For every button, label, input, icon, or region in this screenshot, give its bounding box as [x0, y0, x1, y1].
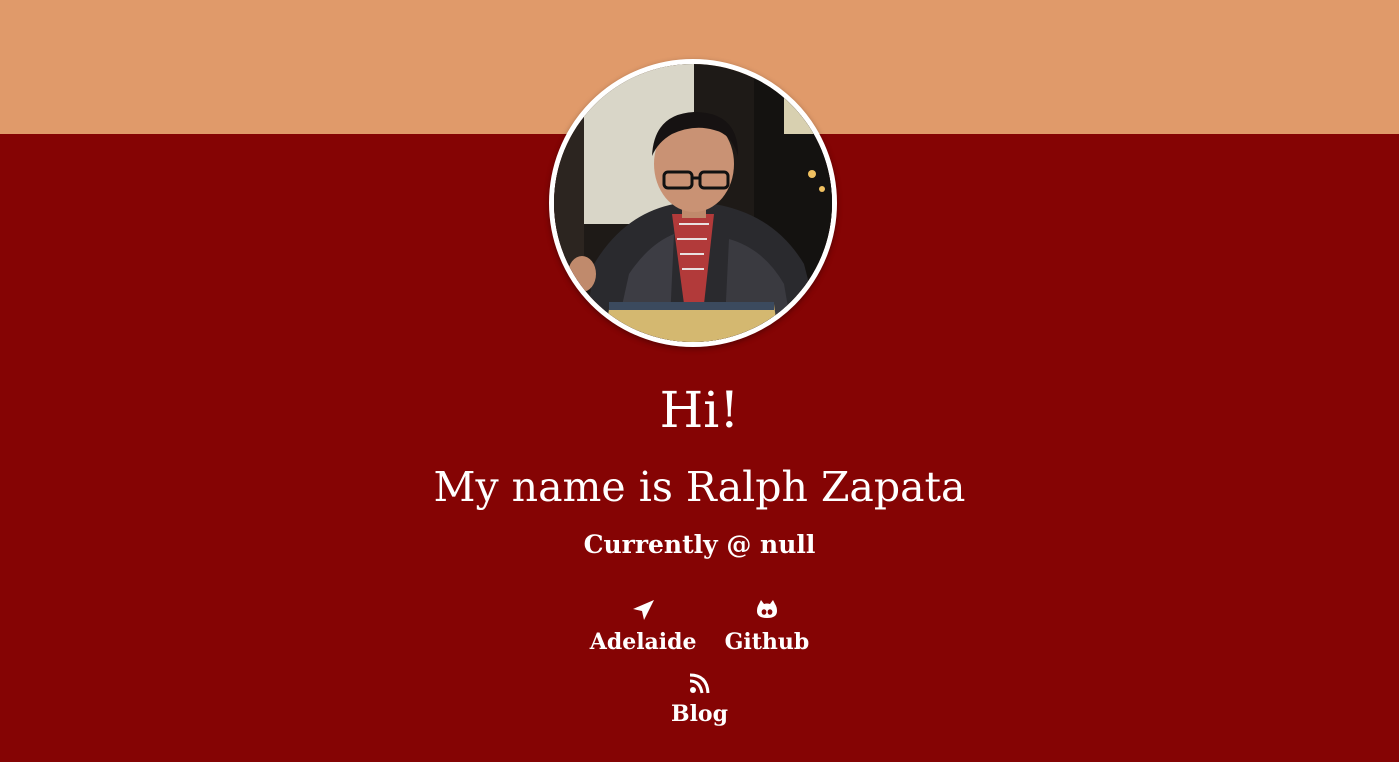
github-icon [756, 600, 777, 618]
github-label: Github [724, 629, 810, 655]
rss-icon [690, 673, 710, 694]
avatar-photo [554, 64, 832, 342]
links-row-primary: Adelaide Github [0, 598, 1399, 656]
links-row-secondary: Blog [0, 672, 1399, 728]
blog-label: Blog [670, 701, 728, 727]
name-heading: My name is Ralph Zapata [433, 463, 966, 511]
status-text: Currently @ null [583, 530, 816, 559]
location-arrow-icon [633, 600, 655, 620]
location-label: Adelaide [589, 629, 697, 655]
greeting-heading: Hi! [659, 381, 740, 439]
github-link[interactable]: Github [724, 598, 810, 656]
blog-link[interactable]: Blog [671, 672, 728, 728]
location-link[interactable]: Adelaide [590, 598, 697, 656]
avatar [549, 59, 837, 347]
